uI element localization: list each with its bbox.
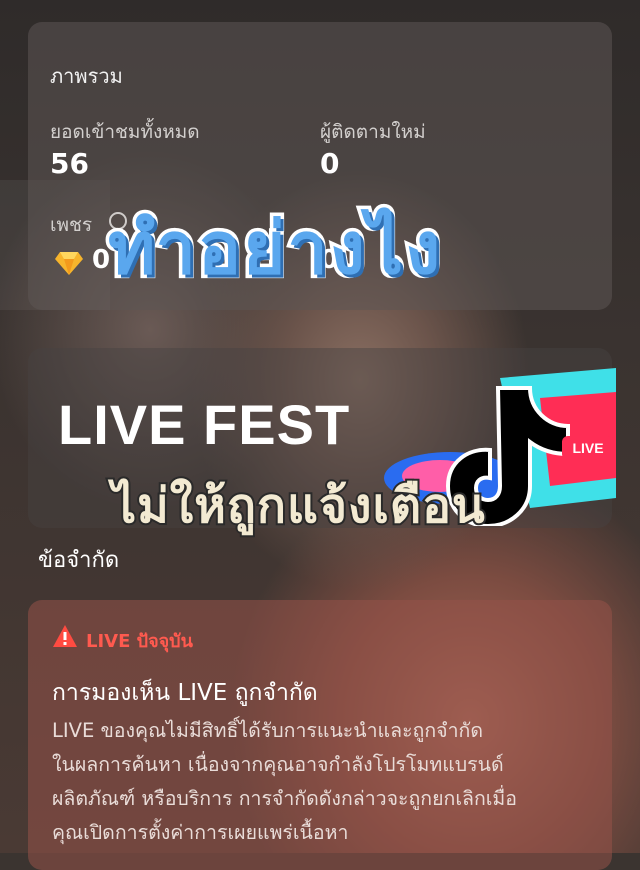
limit-description: LIVE ของคุณไม่มีสิทธิ์ได้รับการแนะนำและถ… [52, 714, 612, 850]
live-fest-title: LIVE FEST [58, 393, 351, 456]
overview-title: ภาพรวม [50, 64, 123, 88]
sticker-text-how: ทำอย่างไง [104, 203, 443, 294]
limits-section-title: ข้อจำกัด [38, 548, 120, 573]
total-views-label: ยอดเข้าชมทั้งหมด [50, 121, 200, 143]
total-views-value: 56 [50, 147, 89, 180]
description-line: คุณเปิดการตั้งค่าการเผยแพร่เนื้อหา [52, 821, 349, 844]
description-line: ในผลการค้นหา เนื่องจากคุณอาจกำลังโปรโมทแ… [52, 753, 504, 776]
description-line: LIVE ของคุณไม่มีสิทธิ์ได้รับการแนะนำและถ… [52, 719, 483, 742]
diamond-icon [55, 252, 83, 275]
visibility-limited-heading: การมองเห็น LIVE ถูกจำกัด [52, 680, 318, 706]
diamonds-label: เพชร [50, 214, 93, 236]
sticker-text-no-warning: ไม่ให้ถูกแจ้งเตือน [110, 476, 487, 536]
new-followers-value: 0 [320, 147, 340, 180]
live-status-label: LIVE ปัจจุบัน [86, 631, 193, 652]
new-followers-label: ผู้ติดตามใหม่ [320, 121, 426, 143]
description-line: ผลิตภัณฑ์ หรือบริการ การจำกัดดังกล่าวจะถ… [52, 787, 518, 810]
warning-icon [53, 625, 77, 647]
logo-live-badge: LIVE [572, 440, 603, 456]
